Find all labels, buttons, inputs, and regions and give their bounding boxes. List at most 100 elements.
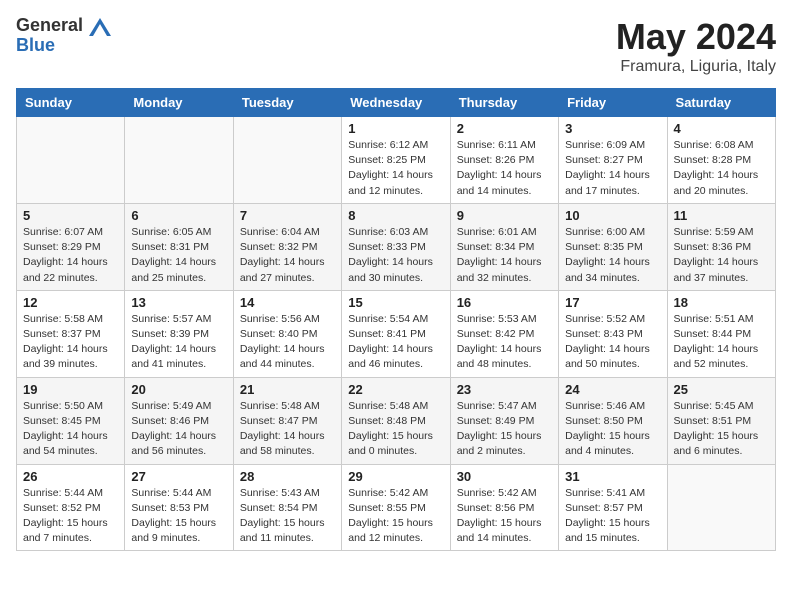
calendar-cell: 30 Sunrise: 5:42 AMSunset: 8:56 PMDayligh… — [450, 464, 558, 551]
logo-block: General Blue — [16, 16, 112, 56]
day-number: 11 — [674, 208, 769, 223]
day-number: 15 — [348, 295, 443, 310]
calendar-cell: 18 Sunrise: 5:51 AMSunset: 8:44 PMDayligh… — [667, 290, 775, 377]
day-info: Sunrise: 5:45 AMSunset: 8:51 PMDaylight:… — [674, 399, 769, 460]
days-of-week-row: SundayMondayTuesdayWednesdayThursdayFrid… — [17, 89, 776, 117]
day-info: Sunrise: 5:48 AMSunset: 8:47 PMDaylight:… — [240, 399, 335, 460]
calendar-cell: 10 Sunrise: 6:00 AMSunset: 8:35 PMDayligh… — [559, 203, 667, 290]
calendar-cell: 8 Sunrise: 6:03 AMSunset: 8:33 PMDaylight… — [342, 203, 450, 290]
calendar-cell: 14 Sunrise: 5:56 AMSunset: 8:40 PMDayligh… — [233, 290, 341, 377]
calendar-cell: 16Sunrise: 5:53 AMSunset: 8:42 PMDayligh… — [450, 290, 558, 377]
day-info: Sunrise: 6:01 AMSunset: 8:34 PMDaylight:… — [457, 225, 552, 286]
calendar-cell: 19 Sunrise: 5:50 AMSunset: 8:45 PMDayligh… — [17, 377, 125, 464]
calendar-location: Framura, Liguria, Italy — [616, 58, 776, 76]
day-info: Sunrise: 5:58 AMSunset: 8:37 PMDaylight:… — [23, 312, 118, 373]
calendar-week-row: 19 Sunrise: 5:50 AMSunset: 8:45 PMDayligh… — [17, 377, 776, 464]
day-info: Sunrise: 5:59 AMSunset: 8:36 PMDaylight:… — [674, 225, 769, 286]
calendar-body: 1 Sunrise: 6:12 AMSunset: 8:25 PMDaylight… — [17, 117, 776, 551]
day-of-week-header: Friday — [559, 89, 667, 117]
calendar-cell: 13 Sunrise: 5:57 AMSunset: 8:39 PMDayligh… — [125, 290, 233, 377]
day-number: 2 — [457, 121, 552, 136]
day-info: Sunrise: 6:03 AMSunset: 8:33 PMDaylight:… — [348, 225, 443, 286]
day-info: Sunrise: 5:53 AMSunset: 8:42 PMDaylight:… — [457, 312, 552, 373]
calendar-cell: 25Sunrise: 5:45 AMSunset: 8:51 PMDayligh… — [667, 377, 775, 464]
calendar-cell: 22Sunrise: 5:48 AMSunset: 8:48 PMDayligh… — [342, 377, 450, 464]
logo-general: General — [16, 15, 83, 35]
day-of-week-header: Saturday — [667, 89, 775, 117]
calendar-cell: 11 Sunrise: 5:59 AMSunset: 8:36 PMDayligh… — [667, 203, 775, 290]
day-number: 21 — [240, 382, 335, 397]
calendar-week-row: 12Sunrise: 5:58 AMSunset: 8:37 PMDayligh… — [17, 290, 776, 377]
calendar-title: May 2024 — [616, 16, 776, 58]
calendar-cell: 6Sunrise: 6:05 AMSunset: 8:31 PMDaylight… — [125, 203, 233, 290]
calendar-cell: 3 Sunrise: 6:09 AMSunset: 8:27 PMDaylight… — [559, 117, 667, 204]
calendar-cell: 1 Sunrise: 6:12 AMSunset: 8:25 PMDaylight… — [342, 117, 450, 204]
day-info: Sunrise: 5:57 AMSunset: 8:39 PMDaylight:… — [131, 312, 226, 373]
day-number: 17 — [565, 295, 660, 310]
day-info: Sunrise: 6:11 AMSunset: 8:26 PMDaylight:… — [457, 138, 552, 199]
day-info: Sunrise: 6:05 AMSunset: 8:31 PMDaylight:… — [131, 225, 226, 286]
day-number: 5 — [23, 208, 118, 223]
calendar-cell: 7 Sunrise: 6:04 AMSunset: 8:32 PMDaylight… — [233, 203, 341, 290]
calendar-cell — [17, 117, 125, 204]
day-info: Sunrise: 5:42 AMSunset: 8:56 PMDaylight:… — [457, 486, 552, 547]
day-info: Sunrise: 6:07 AMSunset: 8:29 PMDaylight:… — [23, 225, 118, 286]
title-block: May 2024 Framura, Liguria, Italy — [616, 16, 776, 76]
calendar-week-row: 5 Sunrise: 6:07 AMSunset: 8:29 PMDaylight… — [17, 203, 776, 290]
day-number: 28 — [240, 469, 335, 484]
calendar-cell: 20Sunrise: 5:49 AMSunset: 8:46 PMDayligh… — [125, 377, 233, 464]
day-info: Sunrise: 5:54 AMSunset: 8:41 PMDaylight:… — [348, 312, 443, 373]
day-number: 27 — [131, 469, 226, 484]
calendar-cell: 12Sunrise: 5:58 AMSunset: 8:37 PMDayligh… — [17, 290, 125, 377]
day-info: Sunrise: 5:44 AMSunset: 8:52 PMDaylight:… — [23, 486, 118, 547]
day-info: Sunrise: 5:47 AMSunset: 8:49 PMDaylight:… — [457, 399, 552, 460]
calendar-week-row: 26 Sunrise: 5:44 AMSunset: 8:52 PMDayligh… — [17, 464, 776, 551]
day-info: Sunrise: 5:42 AMSunset: 8:55 PMDaylight:… — [348, 486, 443, 547]
day-info: Sunrise: 5:50 AMSunset: 8:45 PMDaylight:… — [23, 399, 118, 460]
day-info: Sunrise: 6:04 AMSunset: 8:32 PMDaylight:… — [240, 225, 335, 286]
day-of-week-header: Sunday — [17, 89, 125, 117]
day-number: 18 — [674, 295, 769, 310]
calendar-cell — [667, 464, 775, 551]
logo-icon — [89, 18, 111, 36]
day-number: 19 — [23, 382, 118, 397]
day-info: Sunrise: 5:43 AMSunset: 8:54 PMDaylight:… — [240, 486, 335, 547]
day-info: Sunrise: 5:51 AMSunset: 8:44 PMDaylight:… — [674, 312, 769, 373]
day-number: 30 — [457, 469, 552, 484]
day-number: 8 — [348, 208, 443, 223]
day-info: Sunrise: 6:00 AMSunset: 8:35 PMDaylight:… — [565, 225, 660, 286]
day-of-week-header: Wednesday — [342, 89, 450, 117]
day-info: Sunrise: 5:52 AMSunset: 8:43 PMDaylight:… — [565, 312, 660, 373]
day-of-week-header: Tuesday — [233, 89, 341, 117]
day-info: Sunrise: 5:56 AMSunset: 8:40 PMDaylight:… — [240, 312, 335, 373]
calendar-cell: 15 Sunrise: 5:54 AMSunset: 8:41 PMDayligh… — [342, 290, 450, 377]
day-number: 3 — [565, 121, 660, 136]
day-number: 4 — [674, 121, 769, 136]
day-info: Sunrise: 6:09 AMSunset: 8:27 PMDaylight:… — [565, 138, 660, 199]
day-of-week-header: Thursday — [450, 89, 558, 117]
day-number: 7 — [240, 208, 335, 223]
calendar-cell — [233, 117, 341, 204]
day-number: 26 — [23, 469, 118, 484]
logo-blue: Blue — [16, 35, 55, 55]
day-info: Sunrise: 5:44 AMSunset: 8:53 PMDaylight:… — [131, 486, 226, 547]
day-number: 1 — [348, 121, 443, 136]
logo: General Blue — [16, 16, 112, 56]
day-number: 9 — [457, 208, 552, 223]
day-info: Sunrise: 6:12 AMSunset: 8:25 PMDaylight:… — [348, 138, 443, 199]
calendar-cell: 21 Sunrise: 5:48 AMSunset: 8:47 PMDayligh… — [233, 377, 341, 464]
day-info: Sunrise: 5:41 AMSunset: 8:57 PMDaylight:… — [565, 486, 660, 547]
day-number: 14 — [240, 295, 335, 310]
day-number: 13 — [131, 295, 226, 310]
calendar-cell: 2 Sunrise: 6:11 AMSunset: 8:26 PMDaylight… — [450, 117, 558, 204]
day-number: 29 — [348, 469, 443, 484]
calendar-cell: 31Sunrise: 5:41 AMSunset: 8:57 PMDayligh… — [559, 464, 667, 551]
calendar-table: SundayMondayTuesdayWednesdayThursdayFrid… — [16, 88, 776, 551]
calendar-header: SundayMondayTuesdayWednesdayThursdayFrid… — [17, 89, 776, 117]
day-number: 20 — [131, 382, 226, 397]
page-header: General Blue May 2024 Framura, Liguria, … — [16, 16, 776, 76]
day-info: Sunrise: 5:48 AMSunset: 8:48 PMDaylight:… — [348, 399, 443, 460]
day-number: 10 — [565, 208, 660, 223]
day-number: 23 — [457, 382, 552, 397]
day-info: Sunrise: 5:46 AMSunset: 8:50 PMDaylight:… — [565, 399, 660, 460]
